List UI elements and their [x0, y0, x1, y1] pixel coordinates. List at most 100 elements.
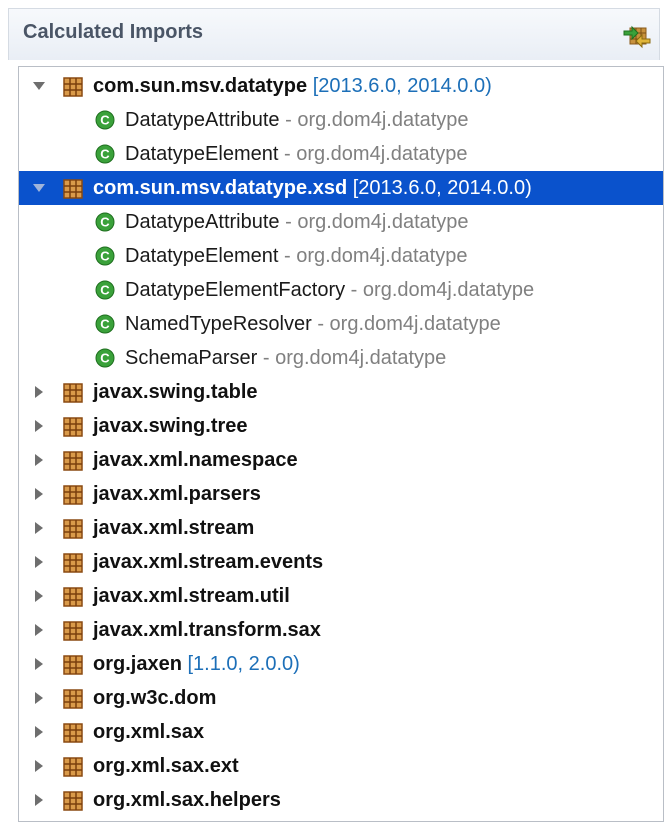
class-row[interactable]: C NamedTypeResolver - org.dom4j.datatype — [19, 307, 663, 341]
package-label: javax.xml.stream.events — [93, 549, 323, 575]
package-row[interactable]: org.xml.sax.ext — [19, 749, 663, 783]
class-icon: C — [95, 144, 115, 164]
collapsed-arrow-icon[interactable] — [31, 545, 47, 579]
svg-text:C: C — [100, 215, 110, 230]
package-row[interactable]: javax.xml.stream.events — [19, 545, 663, 579]
class-label: DatatypeElement - org.dom4j.datatype — [125, 243, 467, 269]
package-row[interactable]: org.w3c.dom — [19, 681, 663, 715]
version-range: [2013.6.0, 2014.0.0) — [312, 75, 492, 97]
collapsed-arrow-icon[interactable] — [31, 715, 47, 749]
class-icon: C — [95, 314, 115, 334]
package-label: javax.swing.table — [93, 379, 258, 405]
class-row[interactable]: C DatatypeElement - org.dom4j.datatype — [19, 137, 663, 171]
class-label: DatatypeAttribute - org.dom4j.datatype — [125, 107, 469, 133]
class-icon: C — [95, 348, 115, 368]
class-source-package: org.dom4j.datatype — [297, 109, 469, 131]
class-separator: - — [317, 313, 324, 335]
collapsed-arrow-icon[interactable] — [31, 783, 47, 817]
class-row[interactable]: C DatatypeAttribute - org.dom4j.datatype — [19, 103, 663, 137]
package-icon — [63, 77, 83, 97]
package-label: com.sun.msv.datatype [2013.6.0, 2014.0.0… — [93, 73, 492, 99]
package-row[interactable]: org.jaxen [1.1.0, 2.0.0) — [19, 647, 663, 681]
class-separator: - — [283, 245, 291, 267]
view-header: Calculated Imports — [8, 8, 660, 60]
class-label: DatatypeAttribute - org.dom4j.datatype — [125, 209, 469, 235]
package-label: org.w3c.dom — [93, 685, 216, 711]
class-source-package: org.dom4j.datatype — [362, 279, 535, 301]
collapsed-arrow-icon[interactable] — [31, 749, 47, 783]
svg-text:C: C — [100, 147, 110, 162]
package-row[interactable]: com.sun.msv.datatype [2013.6.0, 2014.0.0… — [19, 69, 663, 103]
class-row[interactable]: C SchemaParser - org.dom4j.datatype — [19, 341, 663, 375]
class-separator: - — [285, 109, 292, 131]
version-range: [1.1.0, 2.0.0) — [187, 653, 300, 675]
view-title: Calculated Imports — [23, 21, 204, 43]
class-source-package: org.dom4j.datatype — [329, 313, 501, 335]
package-icon — [63, 621, 83, 641]
package-label: javax.xml.stream.util — [93, 583, 290, 609]
collapsed-arrow-icon[interactable] — [31, 613, 47, 647]
package-label: javax.xml.transform.sax — [93, 617, 321, 643]
package-label: org.xml.sax.helpers — [93, 787, 281, 813]
collapsed-arrow-icon[interactable] — [31, 511, 47, 545]
expanded-arrow-icon[interactable] — [31, 171, 47, 205]
package-label: javax.xml.stream — [93, 515, 254, 541]
package-row[interactable]: javax.xml.namespace — [19, 443, 663, 477]
package-name: org.xml.sax.helpers — [93, 789, 281, 811]
svg-text:C: C — [100, 351, 110, 366]
package-row[interactable]: javax.swing.table — [19, 375, 663, 409]
expanded-arrow-icon[interactable] — [31, 69, 47, 103]
package-label: javax.xml.parsers — [93, 481, 261, 507]
package-row[interactable]: com.sun.msv.datatype.xsd [2013.6.0, 2014… — [19, 171, 663, 205]
class-source-package: org.dom4j.datatype — [275, 347, 447, 369]
package-label: org.jaxen [1.1.0, 2.0.0) — [93, 651, 300, 677]
package-row[interactable]: javax.xml.parsers — [19, 477, 663, 511]
collapsed-arrow-icon[interactable] — [31, 477, 47, 511]
package-icon — [63, 179, 83, 199]
package-row[interactable]: javax.xml.transform.sax — [19, 613, 663, 647]
package-label: javax.xml.namespace — [93, 447, 298, 473]
svg-text:C: C — [100, 283, 110, 298]
class-row[interactable]: C DatatypeAttribute - org.dom4j.datatype — [19, 205, 663, 239]
collapsed-arrow-icon[interactable] — [31, 681, 47, 715]
package-name: javax.xml.stream.util — [93, 585, 290, 607]
package-name: javax.swing.tree — [93, 415, 248, 437]
svg-text:C: C — [100, 317, 110, 332]
class-icon: C — [95, 110, 115, 130]
class-name: DatatypeAttribute — [125, 109, 280, 131]
collapsed-arrow-icon[interactable] — [31, 443, 47, 477]
refresh-imports-icon[interactable] — [621, 19, 653, 51]
package-name: javax.xml.stream — [93, 517, 255, 539]
class-icon: C — [95, 280, 115, 300]
package-name: javax.xml.stream.events — [93, 551, 324, 573]
collapsed-arrow-icon[interactable] — [31, 579, 47, 613]
package-icon — [63, 655, 83, 675]
class-source-package: org.dom4j.datatype — [297, 211, 469, 233]
package-label: javax.swing.tree — [93, 413, 248, 439]
class-row[interactable]: C DatatypeElement - org.dom4j.datatype — [19, 239, 663, 273]
class-separator: - — [285, 211, 292, 233]
class-row[interactable]: C DatatypeElementFactory - org.dom4j.data… — [19, 273, 663, 307]
package-name: javax.xml.transform.sax — [93, 619, 321, 641]
package-row[interactable]: javax.xml.stream — [19, 511, 663, 545]
class-label: SchemaParser - org.dom4j.datatype — [125, 345, 446, 371]
package-row[interactable]: org.xml.sax — [19, 715, 663, 749]
package-row[interactable]: javax.swing.tree — [19, 409, 663, 443]
collapsed-arrow-icon[interactable] — [31, 647, 47, 681]
package-row[interactable]: javax.xml.stream.util — [19, 579, 663, 613]
imports-tree[interactable]: com.sun.msv.datatype [2013.6.0, 2014.0.0… — [18, 66, 664, 822]
package-name: com.sun.msv.datatype — [93, 75, 308, 97]
class-source-package: org.dom4j.datatype — [296, 143, 468, 165]
package-label: org.xml.sax.ext — [93, 753, 239, 779]
class-name: NamedTypeResolver — [125, 313, 312, 335]
package-name: javax.xml.parsers — [93, 483, 261, 505]
class-icon: C — [95, 246, 115, 266]
class-name: DatatypeElementFactory — [125, 279, 346, 301]
class-separator: - — [262, 347, 270, 369]
version-range: [2013.6.0, 2014.0.0) — [352, 177, 532, 199]
package-row[interactable]: org.xml.sax.helpers — [19, 783, 663, 817]
collapsed-arrow-icon[interactable] — [31, 409, 47, 443]
class-icon: C — [95, 212, 115, 232]
class-label: NamedTypeResolver - org.dom4j.datatype — [125, 311, 501, 337]
collapsed-arrow-icon[interactable] — [31, 375, 47, 409]
